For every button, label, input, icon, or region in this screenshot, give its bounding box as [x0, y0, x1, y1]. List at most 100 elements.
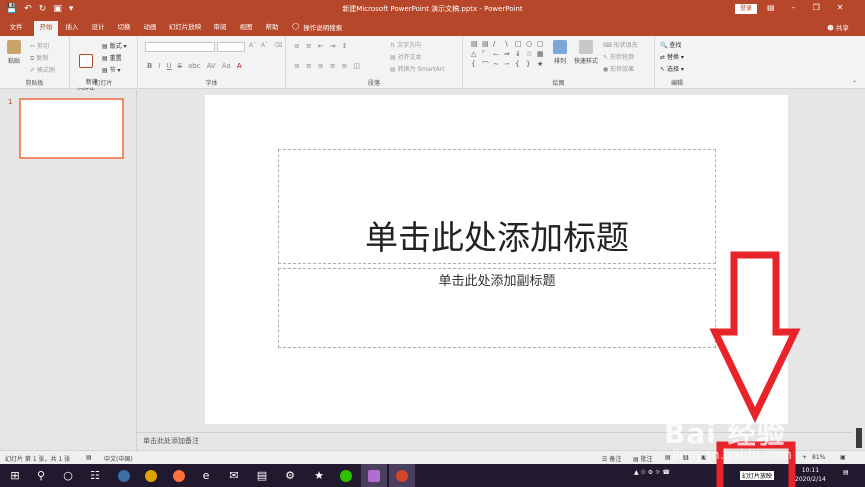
spellcheck-icon[interactable]: ▤	[86, 454, 92, 461]
find-button[interactable]: 🔍 查找	[660, 40, 681, 49]
taskbar-powerpoint[interactable]	[389, 464, 415, 487]
collapse-ribbon-icon[interactable]: ⌃	[852, 80, 857, 87]
grow-font-icon[interactable]: Aˆ	[249, 42, 256, 49]
brace-right-shape-icon[interactable]: }	[526, 60, 535, 70]
taskbar-clock[interactable]: 10:11 2020/2/14	[795, 466, 826, 484]
close-icon[interactable]: ✕	[837, 3, 844, 12]
strikethrough-button[interactable]: S	[178, 62, 182, 70]
taskbar-app-1[interactable]	[111, 464, 137, 487]
callout-shape-icon[interactable]: ▦	[537, 50, 546, 58]
taskbar-edge[interactable]: e	[193, 464, 219, 487]
align-text-button[interactable]: ▤ 对齐文本	[390, 52, 422, 61]
arc-shape-icon[interactable]: ⌒	[482, 60, 491, 70]
taskbar-mail[interactable]: ✉	[221, 464, 247, 487]
text-direction-button[interactable]: ⇅ 文字方向	[390, 40, 421, 49]
subtitle-placeholder[interactable]: 单击此处添加副标题	[278, 268, 716, 348]
shrink-font-icon[interactable]: Aˇ	[261, 42, 268, 49]
underline-button[interactable]: U	[166, 62, 171, 70]
tell-me-search[interactable]: ◯ 操作说明搜索	[292, 22, 342, 32]
arrow-right-shape-icon[interactable]: ⇒	[504, 50, 513, 58]
search-button[interactable]: ⚲	[28, 464, 54, 487]
login-button[interactable]: 登录	[735, 4, 757, 14]
zoom-in-icon[interactable]: +	[802, 454, 807, 461]
vertical-scrollbar[interactable]	[852, 90, 865, 450]
format-painter-button[interactable]: ✐ 格式刷	[30, 65, 55, 74]
start-button[interactable]: ⊞	[2, 464, 28, 487]
notes-toggle[interactable]: ☰ 备注	[602, 454, 621, 463]
taskbar-app-2[interactable]: ★	[306, 464, 332, 487]
share-button[interactable]: ☻ 共享	[827, 22, 849, 32]
oval-shape-icon[interactable]: ○	[526, 40, 535, 48]
slide-thumbnail[interactable]	[19, 98, 124, 159]
distributed-icon[interactable]: ≡	[342, 62, 348, 70]
increase-indent-icon[interactable]: ⇥	[330, 42, 336, 50]
align-center-icon[interactable]: ≡	[306, 62, 312, 70]
section-button[interactable]: ▤ 节 ▾	[102, 65, 121, 74]
fit-slide-icon[interactable]: ▣	[840, 454, 846, 461]
cortana-button[interactable]: ○	[55, 464, 81, 487]
tab-help[interactable]: 帮助	[262, 21, 282, 36]
quick-styles-button[interactable]: 快速样式	[573, 40, 599, 65]
arrange-button[interactable]: 排列	[549, 40, 571, 65]
arrow-down-shape-icon[interactable]: ⇓	[515, 50, 524, 58]
tab-home[interactable]: 开始	[34, 21, 58, 36]
cut-button[interactable]: ✂ 剪切	[30, 41, 49, 50]
numbering-icon[interactable]: ≡	[306, 42, 312, 50]
star-shape-icon[interactable]: ☆	[526, 50, 535, 58]
tray-icons[interactable]: ▲ ☉ ⚙ ☼ ☎	[634, 469, 670, 476]
rounded-rect-shape-icon[interactable]: ▢	[537, 40, 546, 48]
font-name-combo[interactable]	[145, 42, 215, 52]
tab-transitions[interactable]: 切换	[114, 21, 134, 36]
reset-button[interactable]: ▤ 重置	[102, 53, 122, 62]
paste-button[interactable]: 粘贴	[4, 40, 24, 65]
scrollbar-thumb[interactable]	[856, 428, 862, 448]
line-spacing-icon[interactable]: ↕	[342, 42, 348, 50]
brace-shape-icon[interactable]: {	[515, 60, 524, 70]
tab-insert[interactable]: 插入	[62, 21, 82, 36]
connector-shape-icon[interactable]: ⌜	[482, 50, 491, 58]
align-right-icon[interactable]: ≡	[318, 62, 324, 70]
decrease-indent-icon[interactable]: ⇤	[318, 42, 324, 50]
brace-left-shape-icon[interactable]: {	[471, 60, 480, 70]
shapes-gallery[interactable]: ▤ ▤ ∕ ∖ □ ○ ▢ △ ⌜ ⌙ ⇒ ⇓ ☆ ▦ { ⌒ ∼ ∽ { } …	[471, 40, 544, 70]
comments-toggle[interactable]: ▤ 批注	[633, 454, 653, 463]
title-placeholder[interactable]: 单击此处添加标题	[278, 149, 716, 264]
tab-file[interactable]: 文件	[5, 21, 27, 36]
align-left-icon[interactable]: ≡	[294, 62, 300, 70]
line-shape-icon[interactable]: ∕	[493, 40, 502, 48]
bullets-icon[interactable]: ≡	[294, 42, 300, 50]
tab-design[interactable]: 设计	[88, 21, 108, 36]
tab-view[interactable]: 视图	[236, 21, 256, 36]
taskbar-firefox[interactable]	[166, 464, 192, 487]
shape-fill-button[interactable]: ⌨ 形状填充	[603, 40, 638, 49]
font-color-button[interactable]: A	[237, 62, 242, 70]
curve-shape-icon[interactable]: ∼	[493, 60, 502, 70]
copy-button[interactable]: ⧉ 复制	[30, 53, 48, 63]
shadow-button[interactable]: abc	[188, 62, 201, 70]
replace-button[interactable]: ⇄ 替换 ▾	[660, 52, 684, 61]
maximize-icon[interactable]: ❐	[813, 3, 820, 12]
textbox-vertical-shape-icon[interactable]: ▤	[482, 40, 491, 48]
taskbar-steam[interactable]: ⚙	[277, 464, 303, 487]
action-center-icon[interactable]: ▤	[843, 469, 849, 476]
tab-slideshow[interactable]: 幻灯片放映	[166, 21, 204, 36]
language-indicator[interactable]: 中文(中国)	[104, 454, 133, 463]
rect-shape-icon[interactable]: □	[515, 40, 524, 48]
minimize-icon[interactable]: –	[792, 3, 796, 12]
char-spacing-button[interactable]: AV	[207, 62, 216, 70]
bold-button[interactable]: B	[147, 62, 152, 70]
taskbar-store[interactable]: ▤	[249, 464, 275, 487]
slide-canvas[interactable]: 单击此处添加标题 单击此处添加副标题	[205, 95, 788, 424]
shape-outline-button[interactable]: ✎ 形状轮廓	[603, 52, 634, 61]
select-button[interactable]: ↖ 选择 ▾	[660, 64, 684, 73]
shape-effects-button[interactable]: ● 形状效果	[603, 64, 634, 73]
triangle-shape-icon[interactable]: △	[471, 50, 480, 58]
freeform-shape-icon[interactable]: ∽	[504, 60, 513, 70]
task-view-button[interactable]: ☷	[82, 464, 108, 487]
line2-shape-icon[interactable]: ∖	[504, 40, 513, 48]
change-case-button[interactable]: Aa	[222, 62, 231, 70]
clear-format-icon[interactable]: ⌫	[274, 42, 282, 49]
columns-icon[interactable]: ◫	[353, 62, 360, 70]
zoom-level[interactable]: 81%	[812, 454, 825, 461]
normal-view-icon[interactable]: ▤	[665, 454, 671, 461]
